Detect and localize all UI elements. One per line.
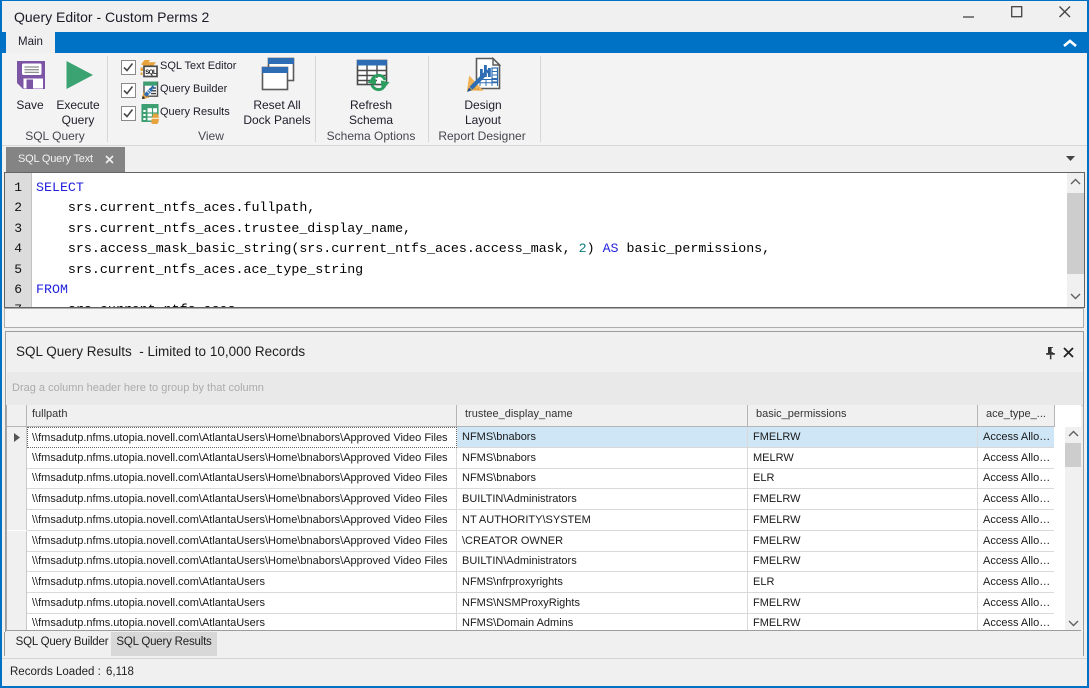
svg-text:SQL: SQL (145, 70, 157, 76)
